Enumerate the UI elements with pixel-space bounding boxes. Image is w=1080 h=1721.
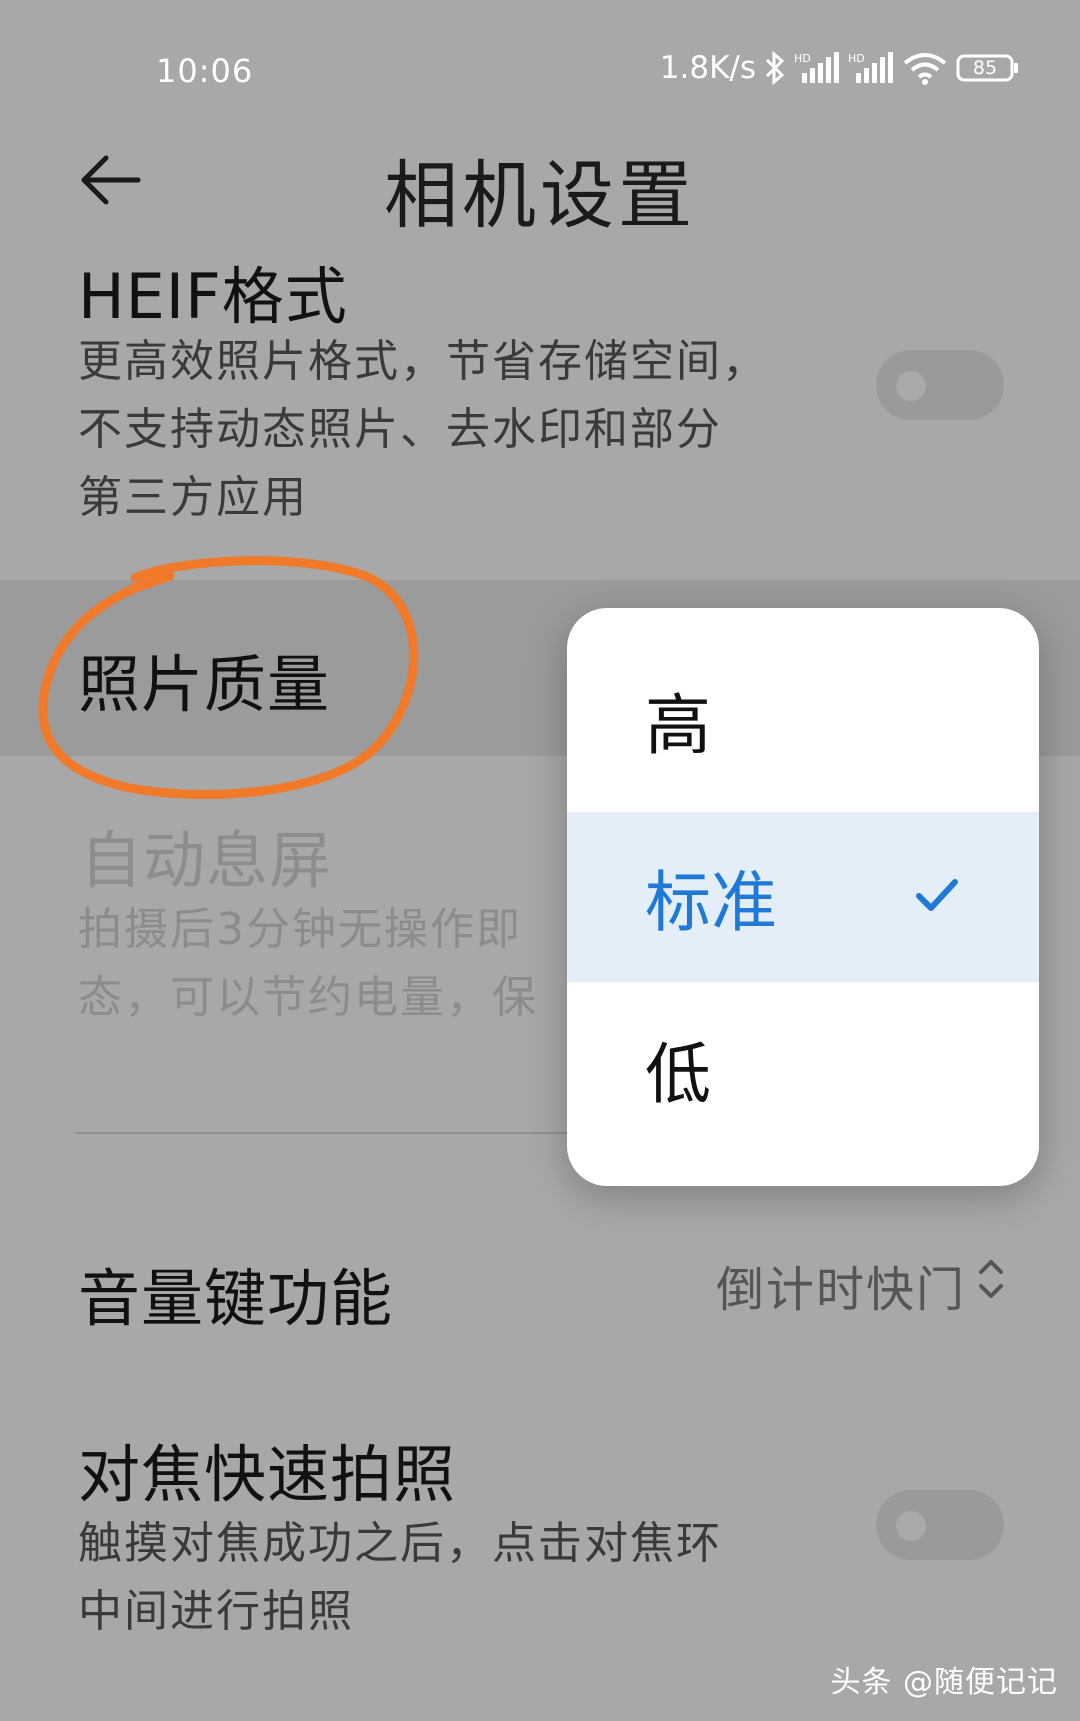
- heif-title: HEIF格式: [78, 260, 348, 333]
- quality-option-high[interactable]: 高: [567, 608, 1039, 810]
- watermark: 头条 @随便记记: [830, 1665, 1058, 1700]
- bluetooth-icon: [764, 51, 786, 85]
- quality-option-low[interactable]: 低: [567, 982, 1039, 1186]
- status-icons: 1.8K/s HD HD 85: [660, 50, 1020, 86]
- wifi-icon: [902, 51, 948, 85]
- svg-text:HD: HD: [848, 52, 865, 65]
- auto-screen-off-desc-line: 拍摄后3分钟无操作即: [78, 904, 522, 955]
- battery-level: 85: [972, 57, 998, 79]
- volume-key-title: 音量键功能: [78, 1262, 394, 1335]
- heif-desc-line: 第三方应用: [78, 472, 308, 523]
- volume-key-value: 倒计时快门: [715, 1262, 966, 1318]
- focus-shoot-desc-line: 中间进行拍照: [78, 1586, 354, 1637]
- page-title: 相机设置: [384, 153, 696, 239]
- heif-toggle[interactable]: [876, 350, 1004, 420]
- focus-shoot-desc-line: 触摸对焦成功之后，点击对焦环: [78, 1518, 722, 1569]
- battery-icon: 85: [956, 53, 1020, 83]
- updown-chevron-icon: [976, 1256, 1006, 1314]
- divider: [76, 1132, 596, 1134]
- signal-hd-icon: HD: [794, 51, 840, 85]
- annotation-circle: [38, 556, 419, 799]
- auto-screen-off-title: 自动息屏: [80, 824, 333, 897]
- focus-shoot-description: 触摸对焦成功之后，点击对焦环 中间进行拍照: [78, 1510, 838, 1646]
- network-speed: 1.8K/s: [659, 50, 756, 86]
- heif-desc-line: 不支持动态照片、去水印和部分: [78, 404, 722, 455]
- svg-text:HD: HD: [794, 52, 811, 65]
- auto-screen-off-desc-line: 态，可以节约电量，保: [78, 972, 538, 1023]
- status-time: 10:06: [156, 52, 254, 90]
- quality-option-label: 高: [645, 687, 711, 764]
- focus-shoot-toggle[interactable]: [876, 1490, 1004, 1560]
- quality-dropdown: 高 标准 低: [567, 608, 1039, 1186]
- quality-option-label: 低: [645, 1036, 711, 1113]
- auto-screen-off-description: 拍摄后3分钟无操作即 态，可以节约电量，保: [78, 896, 598, 1032]
- toggle-knob: [896, 1511, 926, 1541]
- signal-hd-icon: HD: [848, 51, 894, 85]
- quality-option-label: 标准: [645, 864, 777, 941]
- toggle-knob: [896, 371, 926, 401]
- heif-description: 更高效照片格式，节省存储空间， 不支持动态照片、去水印和部分 第三方应用: [78, 328, 838, 532]
- focus-shoot-title: 对焦快速拍照: [78, 1438, 457, 1511]
- volume-key-selector[interactable]: 倒计时快门: [716, 1250, 1006, 1320]
- checkmark-icon: [915, 876, 959, 920]
- quality-option-standard[interactable]: 标准: [567, 812, 1039, 982]
- heif-desc-line: 更高效照片格式，节省存储空间，: [78, 336, 768, 387]
